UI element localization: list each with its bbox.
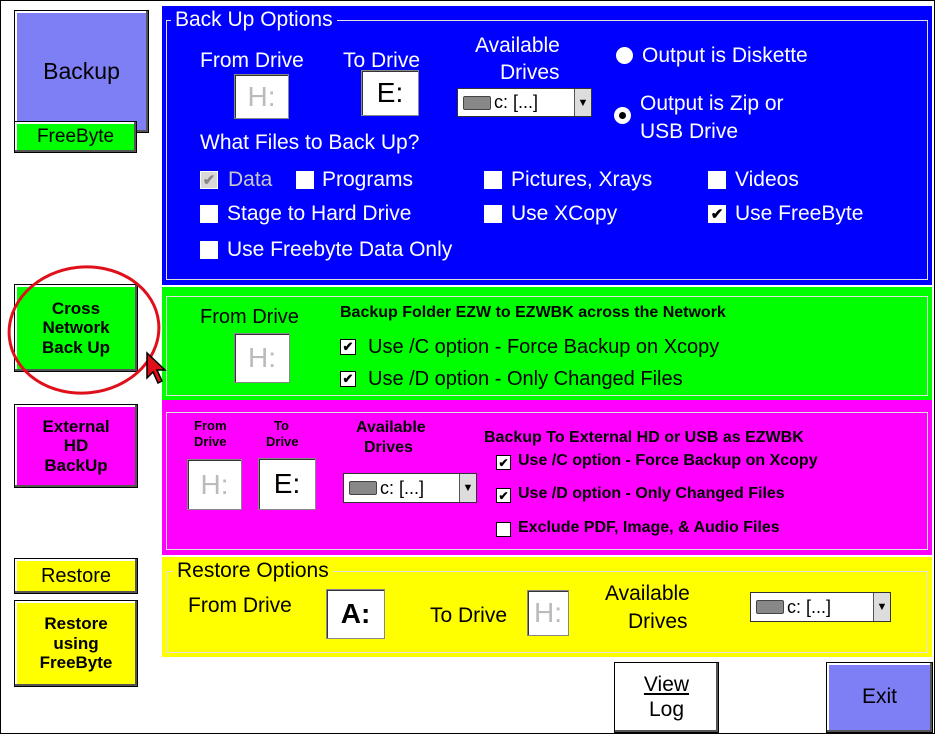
mouse-cursor-icon xyxy=(146,351,167,385)
highlight-annotation xyxy=(7,265,167,395)
red-highlight-circle xyxy=(7,265,161,395)
